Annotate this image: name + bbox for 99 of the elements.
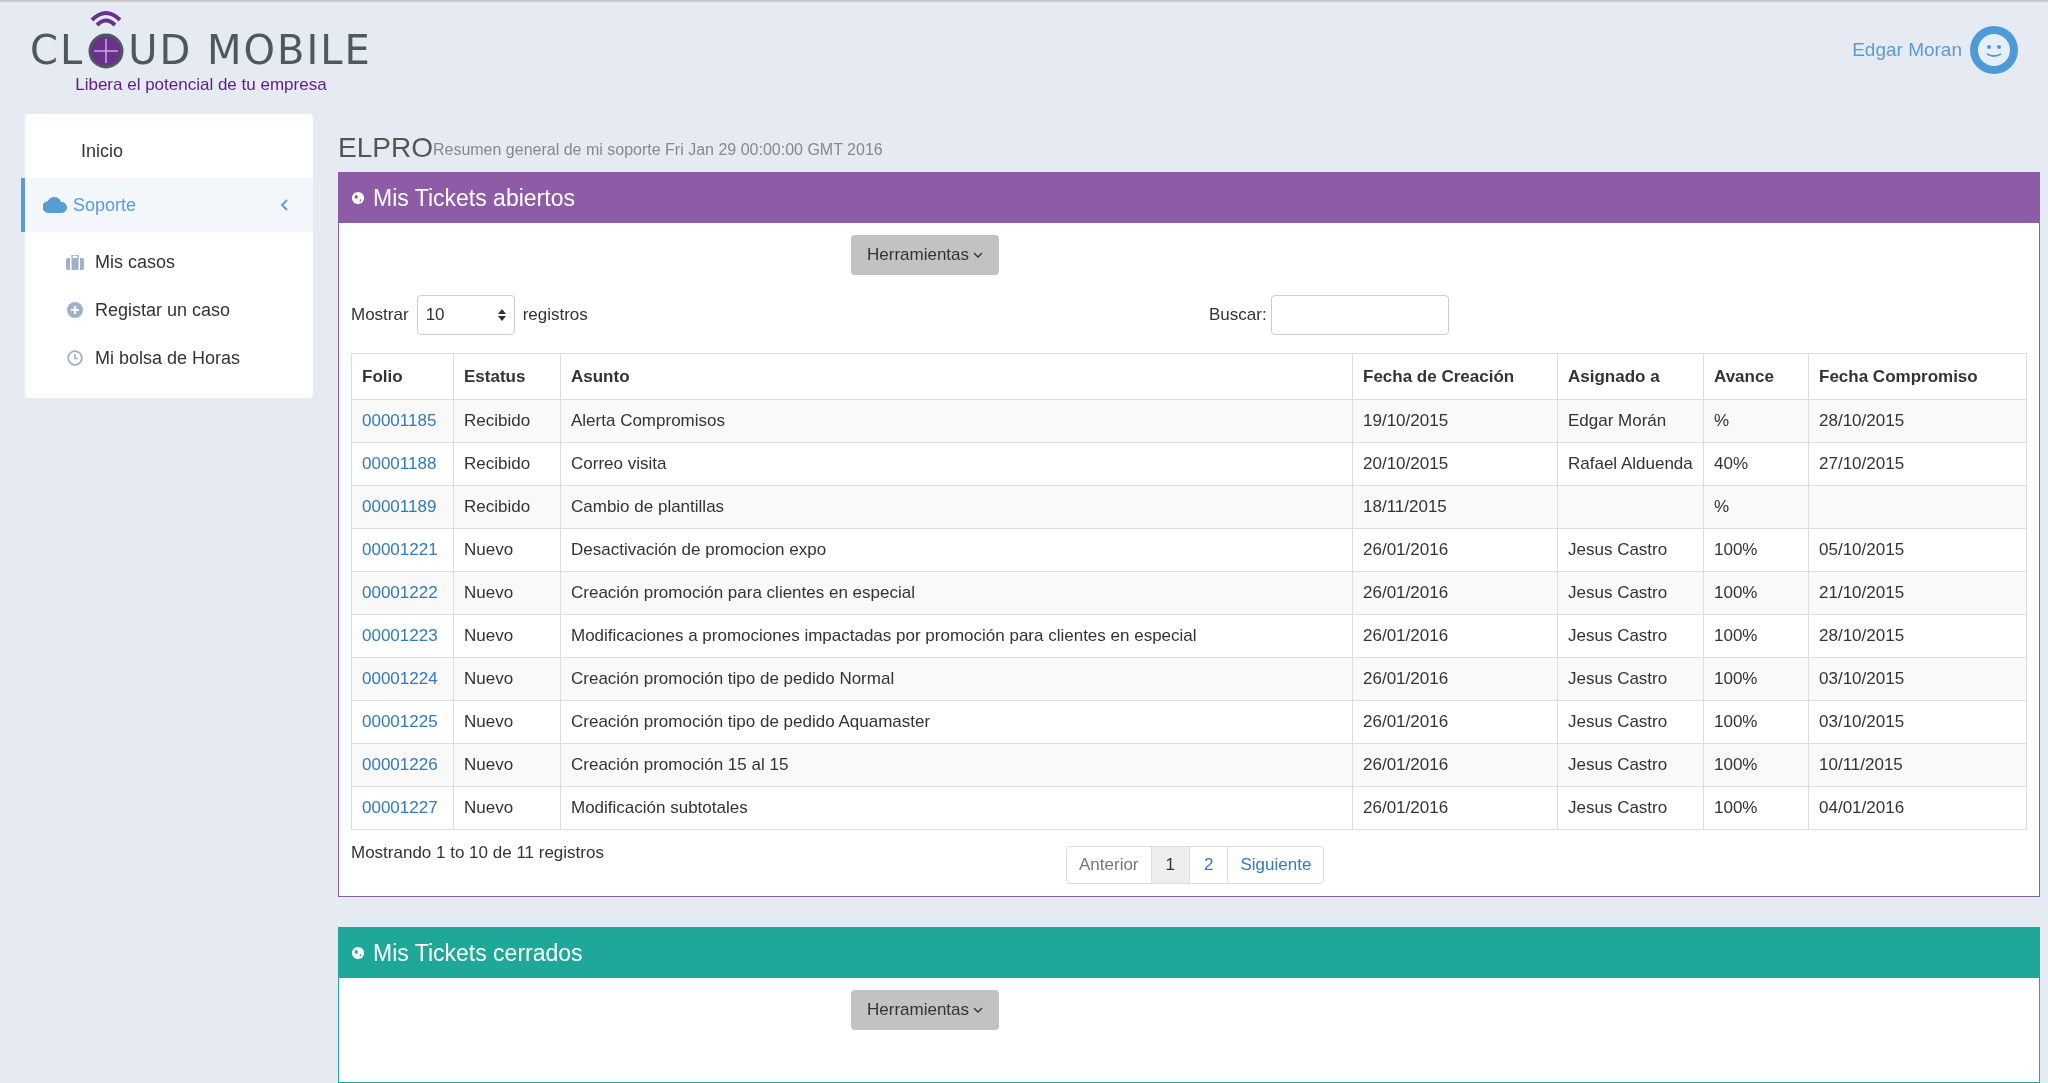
table-cell: Jesus Castro [1568,626,1668,646]
table-cell: Cambio de plantillas [571,497,725,517]
plus-circle-icon [67,302,83,318]
column-header[interactable]: Folio [351,353,454,400]
table-cell: Nuevo [464,712,514,732]
table-cell: Modificaciones a promociones impactadas por promoción para clientes en especial [571,626,1197,646]
table-cell: Jesus Castro [1568,755,1668,775]
column-header[interactable]: Asunto [560,353,1353,400]
chevron-down-icon [973,1006,984,1014]
logo[interactable]: CL UD MOBILE Libera el potencial de tu empresa [30,2,372,98]
table-cell: 10/11/2015 [1819,755,1903,775]
table-cell: 26/01/2016 [1363,755,1449,775]
cloud-icon [43,197,67,213]
table-cell: 26/01/2016 [1363,798,1449,818]
table-cell: 100% [1714,669,1758,689]
globe-icon [351,946,365,960]
table-cell: 26/01/2016 [1363,712,1449,732]
search-field[interactable] [1270,295,1449,335]
submenu-item[interactable]: Registar un caso [25,286,313,334]
logo-text: CL [30,30,85,70]
page-button[interactable]: 2 [1190,847,1229,883]
table-cell: Edgar Morán [1568,411,1667,431]
search-label: Buscar: [1209,304,1267,327]
table-cell: Nuevo [464,755,514,775]
briefcase-icon [66,254,84,270]
table-cell: 28/10/2015 [1819,626,1905,646]
table-cell: 100% [1714,755,1758,775]
tools-dropdown-button[interactable]: Herramientas [851,235,1000,275]
table-cell: 100% [1714,626,1758,646]
table-cell: Jesus Castro [1568,583,1668,603]
table-cell: 27/10/2015 [1819,454,1905,474]
table-cell: % [1714,497,1730,517]
table-cell: Desactivación de promocion expo [571,540,827,560]
table-cell: 03/10/2015 [1819,669,1905,689]
table-cell: Recibido [464,411,531,431]
page-title: ELPRO [338,134,433,162]
table-cell: Recibido [464,454,531,474]
table-cell: Creación promoción tipo de pedido Normal [571,669,895,689]
table-cell: 26/01/2016 [1363,626,1449,646]
globe-icon [351,191,365,205]
table-cell: Alerta Compromisos [571,411,725,431]
table-cell: Jesus Castro [1568,712,1668,732]
table-cell: 21/10/2015 [1819,583,1905,603]
table-cell: 100% [1714,798,1758,818]
show-label: Mostrar [351,304,409,327]
table-cell: 26/01/2016 [1363,540,1449,560]
column-header[interactable]: Avance [1703,353,1809,400]
table-cell: 05/10/2015 [1819,540,1905,560]
submenu-item[interactable]: Mi bolsa de Horas [25,334,313,382]
table-cell: Creación promoción tipo de pedido Aquamaster [571,712,931,732]
table-cell: 19/10/2015 [1363,411,1449,431]
avatar-smiley-icon[interactable] [1970,26,2018,74]
table-cell: Nuevo [464,669,514,689]
table-cell: 100% [1714,712,1758,732]
table-cell: Rafael Alduenda [1568,454,1693,474]
table-cell: Nuevo [464,626,514,646]
table-cell: 04/01/2016 [1819,798,1905,818]
table-cell: 28/10/2015 [1819,411,1905,431]
table-cell: 26/01/2016 [1363,669,1449,689]
table-cell: Creación promoción para clientes en especial [571,583,915,603]
table-cell: Creación promoción 15 al 15 [571,755,789,775]
table-cell: 26/01/2016 [1363,583,1449,603]
next-page-button[interactable]: Siguiente [1228,847,1324,883]
panel-title: Mis Tickets cerrados [373,938,583,968]
logo-tagline: Libera el potencial de tu empresa [75,74,327,96]
page-size-select[interactable]: 10 [416,295,515,335]
column-header[interactable]: Asignado a [1557,353,1704,400]
column-header[interactable]: Fecha Compromiso [1808,353,2027,400]
chevron-down-icon [973,251,984,259]
table-cell: 20/10/2015 [1363,454,1449,474]
updown-arrows-icon [497,309,506,321]
table-cell: % [1714,411,1730,431]
chevron-left-icon [280,199,288,211]
table-cell: 18/11/2015 [1363,497,1447,517]
records-label: registros [522,304,588,327]
table-cell: Nuevo [464,798,514,818]
table-cell: Recibido [464,497,531,517]
table-cell: 100% [1714,583,1758,603]
table-cell: Nuevo [464,583,514,603]
table-cell: Jesus Castro [1568,669,1668,689]
submenu-item[interactable]: Mis casos [25,238,313,286]
logo-text: UD MOBILE [128,30,372,70]
panel-title: Mis Tickets abiertos [373,183,575,213]
column-header[interactable]: Estatus [453,353,561,400]
table-cell: Jesus Castro [1568,540,1668,560]
clock-icon [67,350,83,366]
page-button[interactable]: 1 [1151,847,1190,883]
table-cell: 03/10/2015 [1819,712,1905,732]
tools-dropdown-button[interactable]: Herramientas [851,990,1000,1030]
table-cell: Jesus Castro [1568,798,1668,818]
table-cell: Modificación subtotales [571,798,748,818]
table-cell: 40% [1714,454,1749,474]
sidebar-item[interactable]: Inicio [25,124,313,178]
page-subtitle: Resumen general de mi soporte Fri Jan 29 00:00:00 GMT 2016 [432,140,883,160]
column-header[interactable]: Fecha de Creación [1352,353,1558,400]
table-cell: Correo visita [571,454,667,474]
table-cell: Nuevo [464,540,514,560]
table-info: Mostrando 1 to 10 de 11 registros [351,842,605,864]
table-cell: 100% [1714,540,1758,560]
